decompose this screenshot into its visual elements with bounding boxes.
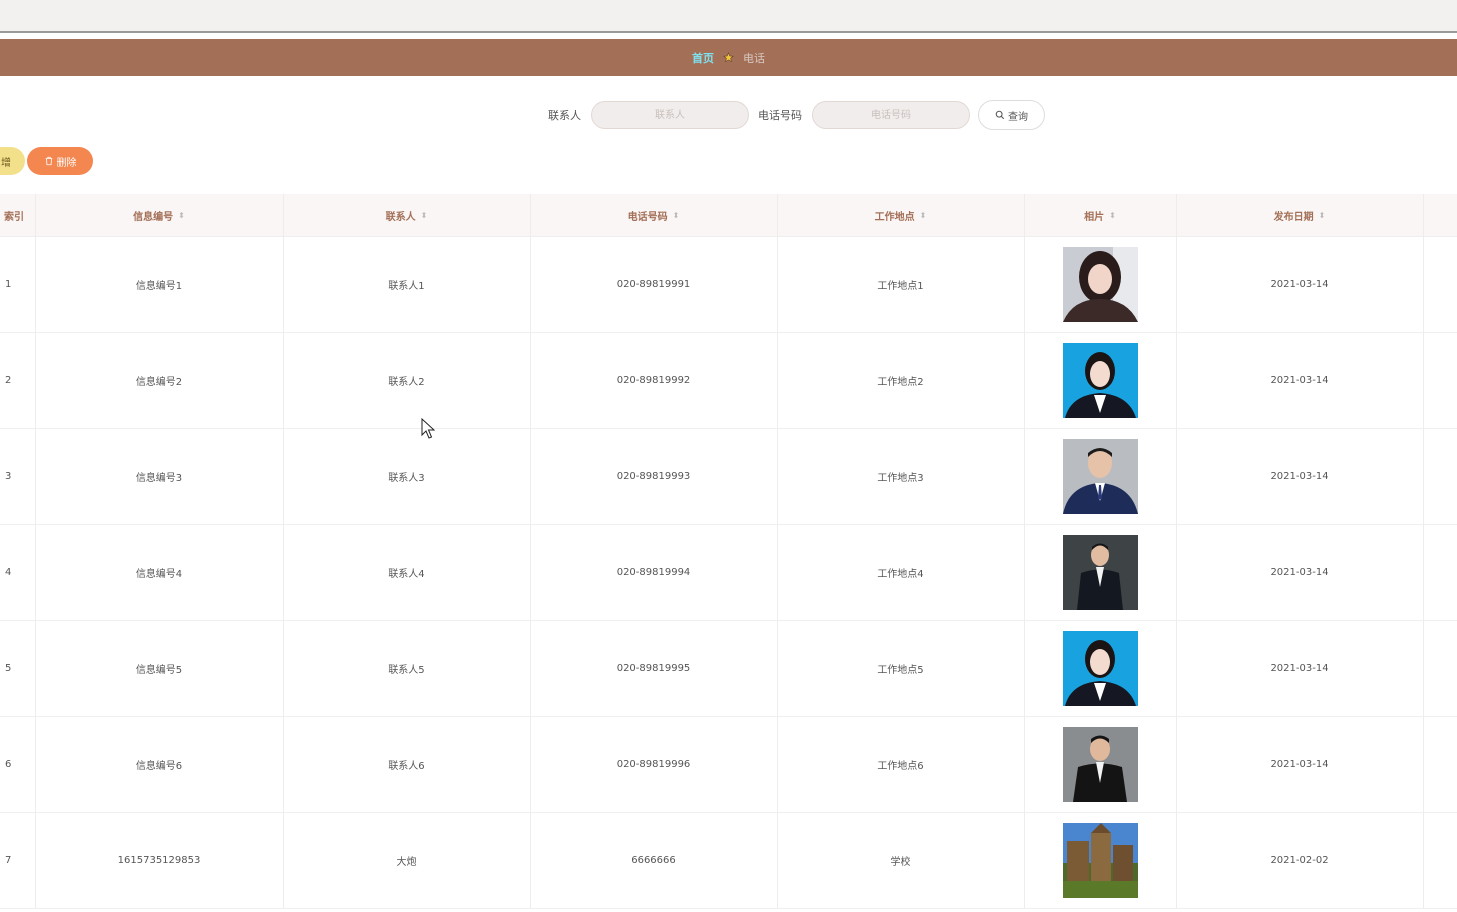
cell-date: 2021-03-14 [1270,759,1329,770]
cell-index: 3 [5,471,12,482]
star-icon [723,52,734,63]
cell-phone: 020-89819993 [616,471,691,482]
header-date[interactable]: 发布日期 ⬍ [1176,194,1423,236]
contact-photo[interactable] [1062,823,1138,898]
phone-search-input[interactable] [812,101,970,129]
cell-index: 7 [5,855,12,866]
cell-contact: 联系人5 [388,665,425,676]
search-form: 联系人 电话号码 查询 [548,100,1045,130]
phone-label: 电话号码 [758,109,802,122]
cell-location: 工作地点6 [877,761,924,772]
cell-date: 2021-02-02 [1270,855,1329,866]
table-row[interactable]: 4 信息编号4 联系人4 020-89819994 工作地点4 2021-03-… [0,525,1457,621]
contact-photo[interactable] [1062,727,1138,802]
table-row[interactable]: 3 信息编号3 联系人3 020-89819993 工作地点3 2021-03-… [0,429,1457,525]
header-index[interactable]: 索引 [0,194,35,236]
breadcrumb-current: 电话 [743,51,765,65]
contact-photo[interactable] [1062,439,1138,514]
cell-info-no: 信息编号6 [135,761,183,772]
sort-icon[interactable]: ⬍ [1109,211,1116,220]
cell-photo [1024,717,1176,812]
sort-icon[interactable]: ⬍ [1319,211,1326,220]
query-button-label: 查询 [1008,111,1028,123]
header-info-no[interactable]: 信息编号 ⬍ [35,194,283,236]
cell-info-no: 信息编号5 [135,665,183,676]
cell-contact: 联系人3 [388,473,425,484]
cell-phone: 020-89819995 [616,663,691,674]
search-icon [995,110,1005,120]
cell-date: 2021-03-14 [1270,375,1329,386]
cell-location: 工作地点2 [877,377,924,388]
cell-phone: 6666666 [631,855,676,866]
cell-info-no: 信息编号1 [135,281,183,292]
table-row[interactable]: 5 信息编号5 联系人5 020-89819995 工作地点5 2021-03-… [0,621,1457,717]
contact-label: 联系人 [548,109,581,122]
cell-info-no: 1615735129853 [117,855,201,866]
cell-location: 工作地点5 [877,665,924,676]
cell-photo [1024,813,1176,908]
cell-date: 2021-03-14 [1270,663,1329,674]
contact-search-input[interactable] [591,101,749,129]
sort-icon[interactable]: ⬍ [920,211,927,220]
cell-contact: 大炮 [396,857,417,868]
cell-location: 工作地点1 [877,281,924,292]
cell-location: 工作地点3 [877,473,924,484]
cell-phone: 020-89819991 [616,279,691,290]
cell-phone: 020-89819992 [616,375,691,386]
cell-date: 2021-03-14 [1270,471,1329,482]
table-row[interactable]: 1 信息编号1 联系人1 020-89819991 工作地点1 2021-03-… [0,237,1457,333]
header-photo[interactable]: 相片 ⬍ [1024,194,1176,236]
add-button[interactable]: 增 [0,147,25,175]
header-location[interactable]: 工作地点 ⬍ [777,194,1024,236]
cell-info-no: 信息编号2 [135,377,183,388]
delete-button-label: 删除 [56,157,77,169]
cell-contact: 联系人6 [388,761,425,772]
cell-index: 4 [5,567,12,578]
cell-photo [1024,429,1176,524]
table-row[interactable]: 6 信息编号6 联系人6 020-89819996 工作地点6 2021-03-… [0,717,1457,813]
sort-icon[interactable]: ⬍ [421,211,428,220]
cell-contact: 联系人1 [388,281,425,292]
sort-icon[interactable]: ⬍ [178,211,185,220]
cell-date: 2021-03-14 [1270,567,1329,578]
query-button[interactable]: 查询 [978,100,1045,130]
cell-index: 1 [5,279,12,290]
cell-phone: 020-89819994 [616,567,691,578]
cell-info-no: 信息编号3 [135,473,183,484]
cell-photo [1024,237,1176,332]
contact-photo[interactable] [1062,247,1138,322]
trash-icon [45,156,52,166]
cell-location: 工作地点4 [877,569,924,580]
add-button-label: 增 [1,157,11,169]
contact-photo[interactable] [1062,631,1138,706]
delete-button[interactable]: 删除 [27,147,93,175]
cell-contact: 联系人2 [388,377,425,388]
contact-photo[interactable] [1062,535,1138,610]
cell-index: 6 [5,759,12,770]
table-row[interactable]: 2 信息编号2 联系人2 020-89819992 工作地点2 2021-03-… [0,333,1457,429]
browser-top-area [0,0,1457,31]
cell-photo [1024,621,1176,716]
header-contact[interactable]: 联系人 ⬍ [283,194,530,236]
table-row[interactable]: 7 1615735129853 大炮 6666666 学校 2021-02-02 [0,813,1457,909]
cell-phone: 020-89819996 [616,759,691,770]
cell-location: 学校 [890,857,911,868]
mouse-cursor-icon [421,418,435,439]
cell-index: 5 [5,663,12,674]
contact-photo[interactable] [1062,343,1138,418]
table-header: 索引 信息编号 ⬍ 联系人 ⬍ 电话号码 ⬍ 工作地点 ⬍ 相片 ⬍ 发布日期 ⬍ [0,194,1457,237]
sort-icon[interactable]: ⬍ [673,211,680,220]
cell-contact: 联系人4 [388,569,425,580]
cell-index: 2 [5,375,12,386]
breadcrumb-bar: 首页 电话 [0,39,1457,76]
breadcrumb-home-link[interactable]: 首页 [692,50,714,66]
top-divider [0,31,1457,33]
data-table: 索引 信息编号 ⬍ 联系人 ⬍ 电话号码 ⬍ 工作地点 ⬍ 相片 ⬍ 发布日期 ⬍ 1 信息… [0,194,1457,909]
cell-info-no: 信息编号4 [135,569,183,580]
cell-photo [1024,525,1176,620]
cell-date: 2021-03-14 [1270,279,1329,290]
cell-photo [1024,333,1176,428]
header-phone[interactable]: 电话号码 ⬍ [530,194,777,236]
